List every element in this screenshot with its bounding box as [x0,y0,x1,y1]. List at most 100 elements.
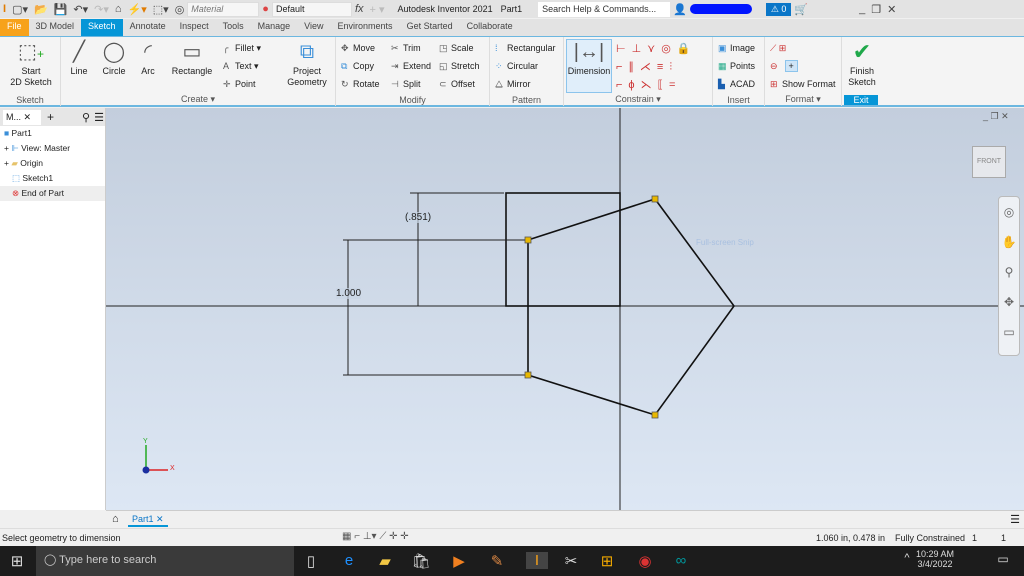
office-icon[interactable]: ⊞ [596,552,618,570]
select-icon[interactable]: ⬚▾ [153,3,169,16]
constraint-icons[interactable]: ⊢⊥⋎◎🔒 ⌐∥⋌≡⫶ ⌐ϕ⋋⟦= [616,40,711,94]
search-input[interactable]: Search Help & Commands... [538,1,671,17]
tree-item-origin[interactable]: + ▰ Origin [0,156,105,171]
tree-item-sketch1[interactable]: ⬚ Sketch1 [0,171,105,186]
split-button[interactable]: ⊣ Split [391,77,421,91]
centerline-icon[interactable]: + [784,60,798,72]
tree-item-end-of-part[interactable]: ⊗ End of Part [0,186,105,201]
orbit-icon[interactable]: ✥ [999,287,1019,317]
panel-label[interactable]: Format ▾ [765,94,841,105]
arduino-icon[interactable]: ∞ [670,552,692,569]
arc-button[interactable]: ◜ Arc [135,40,161,77]
viewcube[interactable]: FRONT [972,146,1006,178]
save-icon[interactable]: 💾 [54,3,68,16]
tab-sketch[interactable]: Sketch [81,19,123,36]
tab-file[interactable]: File [0,19,29,36]
undo-icon[interactable]: ↶▾ [73,3,88,16]
menu-icon[interactable]: ☰ [1010,513,1020,526]
navigation-bar[interactable]: ◎ ✋ ⚲ ✥ ▭ [998,196,1020,356]
media-player-icon[interactable]: ▶ [448,552,470,570]
store-icon[interactable]: 🛍 [410,552,432,570]
tab-manage[interactable]: Manage [251,19,298,36]
format-icons[interactable]: ⟋ ⊞ [770,41,786,55]
sketch-point[interactable] [651,195,659,203]
scale-button[interactable]: ◳ Scale [439,41,474,55]
minimize-icon[interactable]: _ [859,3,865,15]
file-explorer-icon[interactable]: ▰ [374,552,396,570]
rectangular-pattern-button[interactable]: ⁞ Rectangular [495,41,556,55]
redo-icon[interactable]: ↷▾ [94,3,109,16]
chrome-icon[interactable]: ◉ [634,552,656,570]
canvas-window-controls[interactable]: _ ❐ ✕ [983,111,1009,122]
taskbar-search-box[interactable]: ◯ Type here to search [36,546,294,576]
tray-chevron-icon[interactable]: ^ [896,552,918,564]
app-icon[interactable]: ✎ [486,552,508,570]
tab-collaborate[interactable]: Collaborate [460,19,520,36]
extend-button[interactable]: ⇥ Extend [391,59,431,73]
tree-item-view[interactable]: + ⊩ View: Master [0,141,105,156]
sketch-svg[interactable] [106,108,1024,510]
appearance-icon[interactable]: ● [262,3,269,15]
zoom-icon[interactable]: ⚲ [999,257,1019,287]
restore-icon[interactable]: ❐ [871,3,881,16]
construction-button[interactable]: ⊖ + [770,59,798,73]
project-geometry-button[interactable]: ⧉ Project Geometry [281,40,333,88]
point-button[interactable]: ✛ Point [223,77,256,91]
search-icon[interactable]: ⚲ [82,111,90,124]
graphics-canvas[interactable]: (.851) 1.000 Full-screen Snip Y X FRONT … [106,108,1024,510]
tree-item-part1[interactable]: ■ Part1 [0,126,105,141]
tab-annotate[interactable]: Annotate [123,19,173,36]
snipping-tool-icon[interactable]: ✂ [560,552,582,570]
rectangle-button[interactable]: ▭ Rectangle [167,40,217,77]
circle-button[interactable]: ◯ Circle [99,40,129,77]
home-icon[interactable]: ⌂ [115,3,122,15]
sketch-point[interactable] [651,411,659,419]
points-button[interactable]: ▦ Points [718,59,755,73]
line-button[interactable]: ╱ Line [65,40,93,77]
dimension-text-851[interactable]: (.851) [405,212,432,223]
material-select[interactable]: Material [187,1,260,17]
text-button[interactable]: A Text ▾ [223,59,259,73]
notification-icon[interactable]: ▭ [992,552,1014,566]
move-button[interactable]: ✥ Move [341,41,375,55]
stretch-button[interactable]: ◱ Stretch [439,59,480,73]
home-icon[interactable]: ⌂ [112,513,119,525]
image-button[interactable]: ▣ Image [718,41,755,55]
circular-pattern-button[interactable]: ⁘ Circular [495,59,538,73]
tab-inspect[interactable]: Inspect [173,19,216,36]
show-format-button[interactable]: ⊞ Show Format [770,77,836,91]
cart-icon[interactable]: 🛒 [794,3,808,16]
tab-tools[interactable]: Tools [216,19,251,36]
doc-tab-part1[interactable]: Part1 ✕ [128,514,168,527]
user-name-redacted[interactable] [689,4,752,14]
sketch-pentagon[interactable] [527,198,735,416]
fillet-button[interactable]: ╭ Fillet ▾ [223,41,261,55]
edge-icon[interactable]: e [338,552,360,569]
plus-icon[interactable]: + ▾ [370,3,385,16]
view-face-icon[interactable]: ▭ [999,317,1019,347]
tab-view[interactable]: View [297,19,330,36]
acad-button[interactable]: ▙ ACAD [718,77,755,91]
close-icon[interactable]: ✕ [887,3,896,16]
tab-get-started[interactable]: Get Started [400,19,460,36]
trim-button[interactable]: ✂ Trim [391,41,421,55]
app-logo-icon[interactable]: I [3,3,6,15]
dimension-button[interactable]: |↔| Dimension [566,39,612,93]
task-view-icon[interactable]: ▯ [300,552,322,570]
dimension-text-1000[interactable]: 1.000 [336,288,362,299]
new-icon[interactable]: ▢▾ [12,3,28,16]
windows-start-icon[interactable]: ⊞ [6,552,28,570]
open-icon[interactable]: 📂 [34,3,48,16]
alert-button[interactable]: ⚠ 0 [765,2,792,16]
material-icon[interactable]: ◎ [175,3,185,16]
finish-sketch-button[interactable]: ✔ Finish Sketch [844,40,880,88]
mirror-button[interactable]: ⧋ Mirror [495,77,531,91]
rotate-button[interactable]: ↻ Rotate [341,77,380,91]
sketch-rectangle[interactable] [505,192,621,307]
pan-icon[interactable]: ✋ [999,227,1019,257]
panel-label[interactable]: Create ▾ [61,94,335,105]
inventor-taskbar-icon[interactable]: I [526,552,548,569]
update-icon[interactable]: ⚡▾ [128,3,147,16]
status-tool-icons[interactable]: ▦ ⌐ ⊥▾ ⟋ ✛ ✛ [342,531,409,542]
clock[interactable]: 10:29 AM 3/4/2022 [916,549,954,569]
